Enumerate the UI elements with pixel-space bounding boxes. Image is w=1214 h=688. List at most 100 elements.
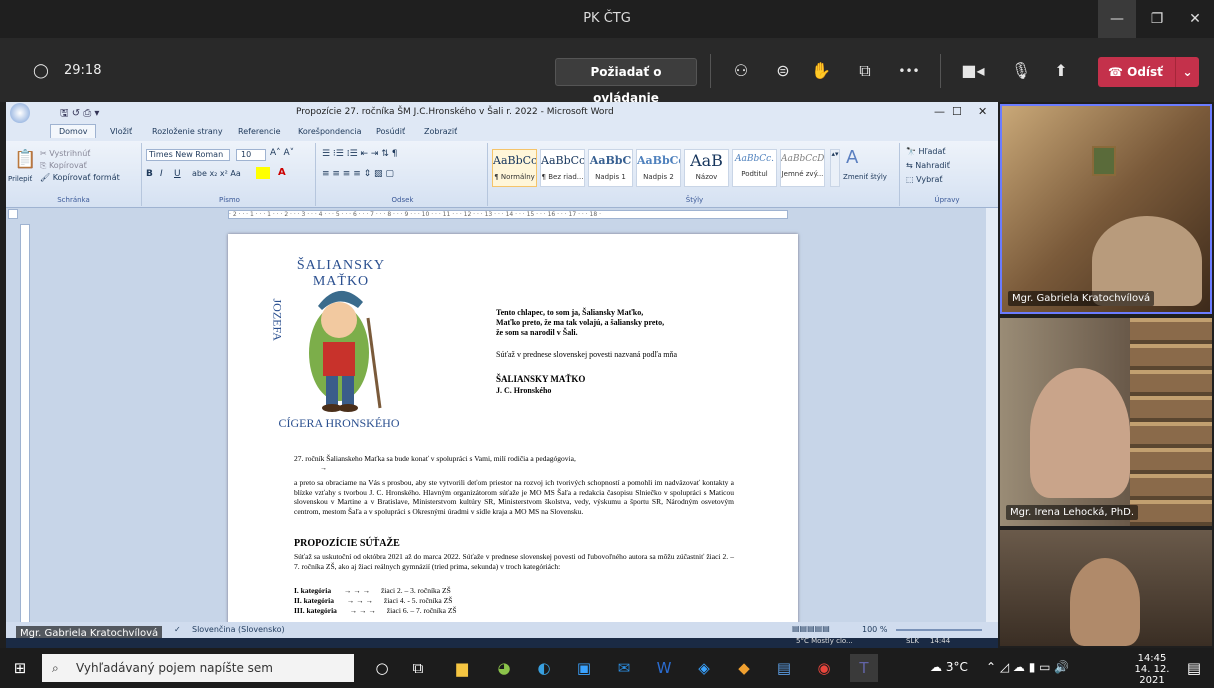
word-title-bar: 🖫 ↺ ⎙ ▾ Propozície 27. ročníka ŠM J.C.Hr…: [6, 102, 998, 124]
style-no-spacing[interactable]: AaBbCcI¶ Bez riad...: [540, 149, 585, 187]
tab-review[interactable]: Posúdiť: [376, 127, 405, 136]
replace-button[interactable]: ⇆ Nahradiť: [906, 161, 950, 170]
find-button[interactable]: 🔭 Hľadať: [906, 147, 946, 156]
word-minimize-icon[interactable]: —: [934, 105, 945, 118]
participant-tile-2[interactable]: Mgr. Irena Lehocká, PhD.: [1000, 318, 1212, 526]
style-heading1[interactable]: AaBbC Nadpis 1: [588, 149, 633, 187]
tab-mailings[interactable]: Korešpondencia: [298, 127, 362, 136]
paste-icon[interactable]: 📋: [14, 149, 36, 170]
edge-icon[interactable]: ◐: [530, 654, 558, 682]
document-page[interactable]: ŠALIANSKY MAŤKO JOZEFA CÍGERA HRONSKÉHO …: [228, 234, 798, 648]
leave-button[interactable]: ☎ Odísť ⌄: [1098, 57, 1199, 87]
close-icon[interactable]: ✕: [1176, 0, 1214, 38]
tray-icons[interactable]: ⌃ ◿ ☁ ▮ ▭ 🔊: [986, 660, 1069, 674]
tab-selector[interactable]: [8, 209, 18, 219]
font-name-select[interactable]: Times New Roman: [146, 149, 230, 161]
font-color-icon[interactable]: A: [278, 167, 286, 178]
zoom-level[interactable]: 100 %: [862, 625, 887, 634]
shared-weather: 5°C Mostly clo...: [796, 637, 853, 645]
tab-page-layout[interactable]: Rozloženie strany: [152, 127, 223, 136]
strikethrough-icon[interactable]: abe x₂ x² Aa: [192, 169, 241, 178]
highlight-icon[interactable]: [256, 167, 270, 179]
restore-icon[interactable]: ❐: [1138, 0, 1176, 38]
word-close-icon[interactable]: ✕: [978, 105, 987, 118]
paragraph-group: ☰ ⁝☰ ⁞☰ ⇤ ⇥ ⇅ ¶ ≡ ≡ ≡ ≡ ⇕ ▨ ▢ Odsek: [318, 143, 488, 206]
word-icon[interactable]: W: [650, 654, 678, 682]
search-input[interactable]: ⌕ Vyhľadávaný pojem napíšte sem: [42, 654, 354, 682]
clock[interactable]: 14:45 14. 12. 2021: [1130, 653, 1174, 686]
style-title[interactable]: AaB Názov: [684, 149, 729, 187]
cortana-icon[interactable]: ○: [368, 654, 396, 682]
task-view-icon[interactable]: ⧉: [404, 654, 432, 682]
select-button[interactable]: ⬚ Vybrať: [906, 175, 943, 184]
clipboard-label: Schránka: [57, 196, 90, 204]
clipboard-group: 📋 Prilepiť ✂ Vystrihnúť ⎘ Kopírovať 🖌 Ko…: [6, 143, 142, 206]
raise-hand-icon[interactable]: ✋: [806, 56, 836, 86]
chrome-icon[interactable]: ◉: [810, 654, 838, 682]
style-normal[interactable]: AaBbCcI¶ Normálny: [492, 149, 537, 187]
chevron-down-icon[interactable]: ⌄: [1175, 57, 1199, 87]
tab-view[interactable]: Zobraziť: [424, 127, 457, 136]
microphone-icon[interactable]: 🎙: [1006, 56, 1036, 86]
zoom-slider[interactable]: [896, 629, 982, 631]
spellcheck-icon[interactable]: ✓: [174, 625, 181, 634]
category-list: I. kategória → → → žiaci 2. – 3. ročníka …: [294, 586, 457, 615]
language-status[interactable]: Slovenčina (Slovensko): [192, 625, 285, 634]
office-button-icon[interactable]: [10, 103, 30, 123]
store-icon[interactable]: ▣: [570, 654, 598, 682]
phone-hangup-icon: ☎: [1108, 65, 1128, 79]
grow-font-icon[interactable]: A˄ A˅: [270, 148, 294, 158]
paste-button[interactable]: Prilepiť: [8, 175, 32, 183]
change-styles-icon[interactable]: A: [846, 147, 858, 168]
category-3: III. kategória → → → žiaci 6. – 7. ročník…: [294, 605, 457, 615]
style-subtle-emphasis[interactable]: AaBbCcD Jemné zvý...: [780, 149, 825, 187]
share-screen-icon[interactable]: ⬆: [1046, 56, 1076, 86]
font-size-select[interactable]: 10: [236, 149, 266, 161]
view-buttons[interactable]: ▤▤▤▤▤: [792, 624, 830, 633]
app2-icon[interactable]: ◈: [690, 654, 718, 682]
align-icons[interactable]: ≡ ≡ ≡ ≡ ⇕ ▨ ▢: [322, 169, 394, 179]
vertical-scrollbar[interactable]: [986, 208, 998, 628]
camera-icon[interactable]: ■◂: [958, 56, 988, 86]
style-heading2[interactable]: AaBbCcNadpis 2: [636, 149, 681, 187]
change-styles-button[interactable]: Zmeniť štýly: [842, 173, 888, 181]
request-control-button[interactable]: Požiadať o ovládanie: [555, 58, 697, 105]
copy-button[interactable]: ⎘ Kopírovať: [40, 161, 87, 171]
style-subtitle[interactable]: AaBbCc. Podtitul: [732, 149, 777, 187]
bullets-icon[interactable]: ☰ ⁝☰ ⁞☰ ⇤ ⇥ ⇅ ¶: [322, 149, 397, 159]
mail-icon[interactable]: ✉: [610, 654, 638, 682]
ruler-scale[interactable]: · 2 · · · 1 · · · 1 · · · 2 · · · 3 · · …: [228, 210, 788, 219]
tab-references[interactable]: Referencie: [238, 127, 281, 136]
shield-icon: ◯: [33, 63, 49, 79]
font-group: Times New Roman 10 A˄ A˅ B I U abe x₂ x²…: [144, 143, 316, 206]
styles-scroll[interactable]: ▴▾: [830, 149, 840, 187]
app4-icon[interactable]: ▤: [770, 654, 798, 682]
minimize-icon[interactable]: —: [1098, 0, 1136, 38]
format-painter-button[interactable]: 🖌 Kopírovať formát: [40, 173, 120, 182]
notification-icon[interactable]: ▤: [1180, 654, 1208, 682]
teams-icon[interactable]: T: [850, 654, 878, 682]
vertical-ruler[interactable]: [20, 224, 30, 624]
app-icon[interactable]: ◕: [490, 654, 518, 682]
word-restore-icon[interactable]: ☐: [952, 105, 962, 118]
tab-home[interactable]: Domov: [50, 124, 97, 138]
more-actions-button[interactable]: •••: [894, 56, 924, 86]
participants-icon[interactable]: ⚇: [726, 56, 756, 86]
styles-label: Štýly: [685, 196, 704, 204]
chat-icon[interactable]: ⊜: [768, 56, 798, 86]
participant-tile-3[interactable]: [1000, 530, 1212, 646]
shared-lang: SLK: [906, 637, 919, 645]
wall-picture: [1092, 146, 1116, 176]
start-icon[interactable]: ⊞: [6, 654, 34, 682]
file-explorer-icon[interactable]: ▆: [448, 654, 476, 682]
weather-temp[interactable]: ☁ 3°C: [930, 660, 968, 674]
underline-icon[interactable]: U: [174, 169, 181, 179]
quick-access-icons[interactable]: 🖫 ↺ ⎙ ▾: [60, 106, 99, 123]
cut-button[interactable]: ✂ Vystrihnúť: [40, 149, 90, 158]
bold-icon[interactable]: B: [146, 169, 153, 179]
app3-icon[interactable]: ◆: [730, 654, 758, 682]
participant-tile-1[interactable]: Mgr. Gabriela Kratochvílová: [1000, 104, 1212, 314]
italic-icon[interactable]: I: [160, 169, 163, 179]
tab-insert[interactable]: Vložiť: [110, 127, 132, 136]
breakout-rooms-icon[interactable]: ⧉: [850, 56, 880, 86]
